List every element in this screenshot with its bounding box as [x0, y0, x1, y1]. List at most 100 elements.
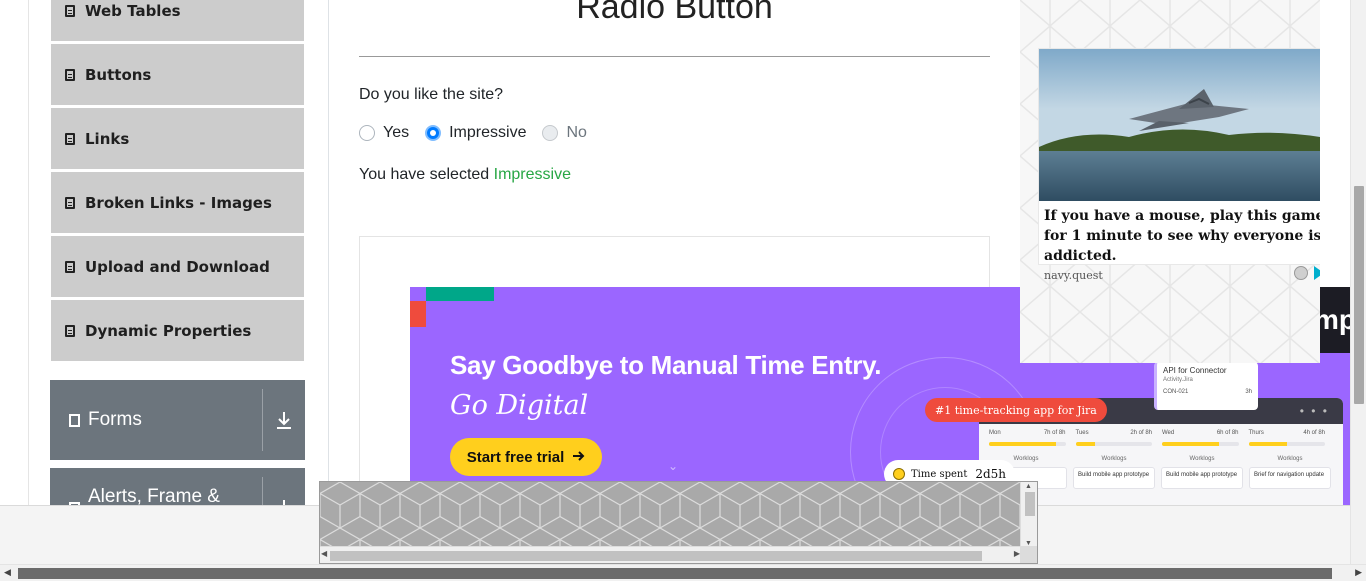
left-border: [28, 0, 29, 505]
scrollbar-corner: [1020, 546, 1037, 563]
day-name: Thurs: [1248, 430, 1264, 436]
result-prefix: You have selected: [359, 166, 494, 183]
scroll-right-icon[interactable]: ▶: [1355, 567, 1362, 578]
day-hours: 6h of 8h: [1216, 430, 1239, 436]
scroll-up-icon[interactable]: ▲: [1025, 483, 1032, 490]
worklog-card: Brief for navigation update: [1249, 467, 1331, 489]
day-hours: 4h of 8h: [1303, 430, 1325, 436]
ad-subheadline: Go Digital: [450, 390, 589, 421]
document-icon: [69, 413, 80, 427]
day-name: Mon: [989, 430, 1001, 436]
ad-domain: navy.quest: [1044, 269, 1103, 282]
document-icon: [65, 4, 75, 17]
ad-horizontal-scrollbar[interactable]: ◀ ▶: [320, 546, 1022, 563]
scroll-thumb[interactable]: [330, 551, 982, 561]
ad-badge: #1 time-tracking app for Jira: [925, 398, 1107, 422]
column-divider: [328, 0, 329, 505]
ad-card[interactable]: If you have a mouse, play this game for …: [1038, 48, 1320, 282]
download-icon[interactable]: [263, 410, 305, 430]
document-icon: [65, 260, 75, 273]
privacy-icon: [1294, 266, 1308, 280]
no-radio-label: No: [566, 124, 587, 141]
impressive-radio[interactable]: [425, 125, 442, 141]
document-icon: [65, 132, 75, 145]
day-name: Wed: [1162, 430, 1175, 436]
day-progress: [1162, 442, 1220, 446]
day-name: Tues: [1075, 430, 1089, 436]
chevron-down-icon: ⌄: [668, 459, 679, 473]
sidebar-item-links[interactable]: Links: [51, 108, 304, 170]
task-hours: 3h: [1245, 389, 1252, 395]
scroll-thumb[interactable]: [1025, 492, 1035, 516]
scroll-thumb[interactable]: [1354, 186, 1364, 404]
radio-group: Yes Impressive No: [359, 124, 603, 142]
day-hours: 2h of 8h: [1130, 430, 1152, 436]
impressive-radio-label[interactable]: Impressive: [449, 124, 526, 142]
clock-icon: [893, 468, 905, 480]
day-progress: [1248, 442, 1287, 446]
worklog-header: Worklogs: [1101, 456, 1127, 462]
sidebar-item-broken-links[interactable]: Broken Links - Images: [51, 172, 304, 234]
result-value: Impressive: [493, 166, 571, 183]
worklog-header: Worklogs: [1277, 456, 1303, 462]
document-icon: [65, 324, 75, 337]
yes-radio-label[interactable]: Yes: [383, 124, 409, 142]
arrow-right-icon: [572, 449, 585, 466]
yes-radio[interactable]: [359, 125, 375, 141]
title-divider: [359, 56, 990, 57]
ad-headline: Say Goodbye to Manual Time Entry.: [450, 350, 882, 380]
day-column: Wed 6h of 8h: [1162, 430, 1239, 446]
page-title: Radio Button: [576, 0, 773, 26]
scroll-left-icon[interactable]: ◀: [4, 567, 11, 578]
group-label: Forms: [88, 409, 142, 430]
scroll-thumb[interactable]: [18, 568, 1332, 579]
sidebar-item-buttons[interactable]: Buttons: [51, 44, 304, 106]
day-progress: [1075, 442, 1095, 446]
side-ad[interactable]: If you have a mouse, play this game for …: [1020, 0, 1320, 363]
sidebar-group-forms[interactable]: Forms: [50, 380, 305, 460]
day-column: Mon 7h of 8h: [989, 430, 1066, 446]
sidebar-item-label: Buttons: [85, 65, 152, 84]
ad-copy: If you have a mouse, play this game for …: [1044, 208, 1320, 264]
adchoices-icon[interactable]: [1294, 266, 1320, 280]
task-project: Activity.Jira: [1163, 377, 1193, 383]
sidebar-item-label: Dynamic Properties: [85, 321, 252, 340]
task-code: CON-021: [1163, 389, 1189, 395]
sidebar-item-web-tables[interactable]: Web Tables: [51, 0, 304, 42]
ad-vertical-scrollbar[interactable]: ▲ ▼: [1020, 482, 1037, 548]
play-triangle-icon: [1314, 266, 1320, 280]
sidebar-item-dynamic-properties[interactable]: Dynamic Properties: [51, 300, 304, 362]
start-free-trial-button[interactable]: Start free trial: [450, 438, 602, 476]
day-column: Thurs 4h of 8h: [1248, 430, 1325, 446]
time-spent-value: 2d5h: [975, 467, 1007, 481]
sidebar-item-label: Links: [85, 129, 130, 148]
jet-image: [1039, 49, 1320, 201]
task-title: API for Connector: [1163, 366, 1227, 375]
day-progress: [989, 442, 1056, 446]
worklog-header: Worklogs: [1189, 456, 1215, 462]
worklog-card: Build mobile app prototype: [1161, 467, 1243, 489]
no-radio: [542, 125, 559, 141]
selection-result: You have selected Impressive: [359, 166, 571, 184]
decor-green-tab: [426, 287, 494, 301]
cube-pattern: [320, 482, 1022, 548]
day-hours: 7h of 8h: [1043, 430, 1066, 436]
sidebar-item-label: Upload and Download: [85, 257, 270, 276]
worklog-card: Build mobile app prototype: [1073, 467, 1155, 489]
document-icon: [65, 68, 75, 81]
page: Web Tables Buttons Links Broken Links - …: [0, 0, 1366, 581]
day-summary: Mon 7h of 8h Tues 2h of 8h Wed 6h of 8h Thu…: [979, 424, 1343, 446]
scroll-left-icon[interactable]: ◀: [321, 549, 327, 558]
cta-label: Start free trial: [466, 448, 565, 466]
page-horizontal-scrollbar[interactable]: ◀ ▶: [0, 564, 1366, 581]
sidebar-item-label: Broken Links - Images: [85, 193, 272, 212]
task-card: API for Connector Activity.Jira CON-021 3…: [1154, 362, 1258, 410]
page-vertical-scrollbar[interactable]: [1350, 0, 1366, 564]
document-icon: [65, 196, 75, 209]
question-text: Do you like the site?: [359, 86, 504, 103]
sidebar-item-upload-download[interactable]: Upload and Download: [51, 236, 304, 298]
decor-red-tab: [410, 301, 426, 327]
time-spent-label: Time spent: [911, 468, 968, 480]
day-column: Tues 2h of 8h: [1075, 430, 1152, 446]
fixed-bottom-ad[interactable]: ▲ ▼ ◀ ▶: [319, 481, 1038, 564]
